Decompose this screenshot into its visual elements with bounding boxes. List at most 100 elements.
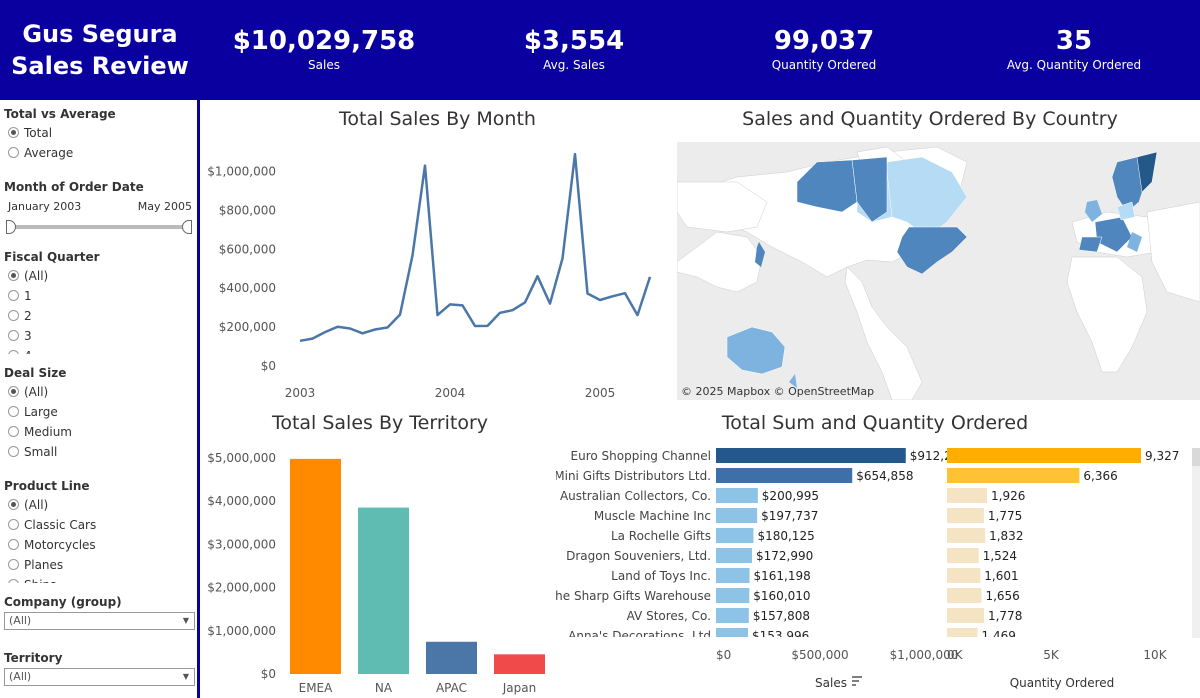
kpi-value: $10,029,758	[232, 26, 416, 56]
radio-label: (All)	[24, 269, 49, 283]
radio-product-motorcycles[interactable]: Motorcycles	[8, 537, 96, 553]
quantity-value-label: 1,601	[984, 569, 1018, 583]
radio-label: 1	[24, 289, 32, 303]
kpi-value: 99,037	[773, 26, 875, 56]
sales-bar	[716, 448, 906, 463]
kpi-avg-quantity: 35 Avg. Quantity Ordered	[964, 24, 1184, 72]
quantity-bar	[947, 588, 982, 603]
radio-label: 3	[24, 329, 32, 343]
quantity-bar	[947, 468, 1080, 483]
radio-icon	[8, 330, 19, 341]
radio-label: Classic Cars	[24, 518, 97, 532]
scrollbar[interactable]	[1192, 448, 1200, 638]
radio-total[interactable]: Total	[8, 125, 52, 141]
radio-selected-icon	[8, 270, 19, 281]
radio-label: Motorcycles	[24, 538, 96, 552]
sales-value-label: $172,990	[756, 549, 813, 563]
sales-by-territory-chart: $0 $1,000,000 $2,000,000 $3,000,000 $4,000,0…	[207, 451, 545, 695]
dropdown-value: (All)	[9, 614, 32, 627]
sales-value-label: $161,198	[754, 569, 811, 583]
map-attribution: © 2025 Mapbox © OpenStreetMap	[681, 385, 874, 398]
filter-title-company: Company (group)	[4, 595, 122, 609]
country-map[interactable]: © 2025 Mapbox © OpenStreetMap	[677, 142, 1200, 400]
x-tick-label: 2005	[585, 386, 616, 400]
kpi-sales: $10,029,758 Sales	[214, 24, 434, 72]
line-chart-title: Total Sales By Month	[339, 108, 536, 130]
quantity-value-label: 1,832	[989, 529, 1023, 543]
y-tick-label: $0	[261, 359, 276, 373]
radio-product-all[interactable]: (All)	[8, 497, 48, 513]
radio-icon	[8, 446, 19, 457]
month-start-label: January 2003	[8, 200, 82, 213]
radio-deal-all[interactable]: (All)	[8, 384, 48, 400]
quantity-bar	[947, 448, 1142, 463]
customer-label: Australian Collectors, Co.	[560, 489, 711, 503]
radio-label: Total	[24, 126, 53, 140]
kpi-label: Avg. Sales	[543, 58, 605, 72]
sales-bar	[716, 568, 750, 583]
scrollbar-thumb[interactable]	[1192, 448, 1200, 466]
kpi-quantity: 99,037 Quantity Ordered	[714, 24, 934, 72]
radio-deal-large[interactable]: Large	[8, 404, 58, 420]
radio-deal-small[interactable]: Small	[8, 444, 57, 460]
radio-quarter-2[interactable]: 2	[8, 308, 32, 324]
y-tick-label: $3,000,000	[207, 537, 276, 551]
chevron-down-icon: ▼	[182, 672, 189, 681]
filter-title-month: Month of Order Date	[4, 180, 144, 194]
territory-label: NA	[375, 681, 393, 695]
y-tick-label: $400,000	[219, 281, 276, 295]
quantity-value-label: 1,778	[988, 609, 1022, 623]
filter-sidebar: Total vs Average Total Average Month of …	[0, 100, 200, 698]
quantity-value-label: 1,656	[985, 589, 1019, 603]
quantity-bar	[947, 528, 986, 543]
sales-bar	[716, 588, 750, 603]
sales-axis-title: Sales	[815, 676, 847, 690]
radio-selected-icon	[8, 499, 19, 510]
radio-label: 2	[24, 309, 32, 323]
month-slider-track[interactable]	[10, 225, 188, 229]
radio-icon	[8, 147, 19, 158]
y-tick-label: $1,000,000	[207, 624, 276, 638]
month-slider-end-handle[interactable]	[182, 220, 192, 234]
y-tick-label: $5,000,000	[207, 451, 276, 465]
month-slider-start-handle[interactable]	[6, 220, 16, 234]
kpi-label: Avg. Quantity Ordered	[1006, 58, 1142, 72]
company-dropdown[interactable]: (All) ▼	[4, 612, 195, 630]
territory-bar	[358, 507, 409, 674]
territory-bar	[426, 641, 477, 674]
quantity-bar	[947, 488, 988, 503]
radio-label: Planes	[24, 558, 64, 572]
y-tick-label: $0	[261, 667, 276, 681]
kpi-label: Quantity Ordered	[771, 58, 877, 72]
title-line-2: Sales Review	[11, 52, 189, 80]
sales-bar	[716, 508, 758, 523]
customer-label: Land of Toys Inc.	[611, 569, 711, 583]
list-clip	[556, 637, 1186, 647]
radio-label: Average	[24, 146, 74, 160]
radio-product-planes[interactable]: Planes	[8, 557, 63, 573]
customer-label: Muscle Machine Inc	[594, 509, 711, 523]
quantity-value-label: 1,524	[983, 549, 1017, 563]
sales-bar	[716, 608, 749, 623]
customer-chart-title: Total Sum and Quantity Ordered	[721, 412, 1029, 434]
radio-quarter-all[interactable]: (All)	[8, 268, 48, 284]
dashboard-header: Gus Segura Sales Review $10,029,758 Sale…	[0, 0, 1200, 100]
sales-line-series	[299, 152, 652, 343]
sales-value-label: $200,995	[762, 489, 819, 503]
radio-quarter-3[interactable]: 3	[8, 328, 32, 344]
territory-bar	[494, 654, 545, 674]
dashboard-title: Gus Segura Sales Review	[0, 18, 200, 82]
radio-label: Medium	[24, 425, 72, 439]
radio-deal-medium[interactable]: Medium	[8, 424, 72, 440]
radio-quarter-1[interactable]: 1	[8, 288, 32, 304]
sales-tick-label: $500,000	[791, 648, 848, 662]
quantity-axis-title: Quantity Ordered	[1010, 676, 1115, 690]
quantity-tick-label: 0K	[947, 648, 964, 662]
sales-value-label: $654,858	[856, 469, 913, 483]
y-tick-label: $800,000	[219, 203, 276, 217]
quantity-bar	[947, 548, 979, 563]
radio-product-classic-cars[interactable]: Classic Cars	[8, 517, 96, 533]
radio-icon	[8, 426, 19, 437]
territory-dropdown[interactable]: (All) ▼	[4, 668, 195, 686]
radio-average[interactable]: Average	[8, 145, 73, 161]
